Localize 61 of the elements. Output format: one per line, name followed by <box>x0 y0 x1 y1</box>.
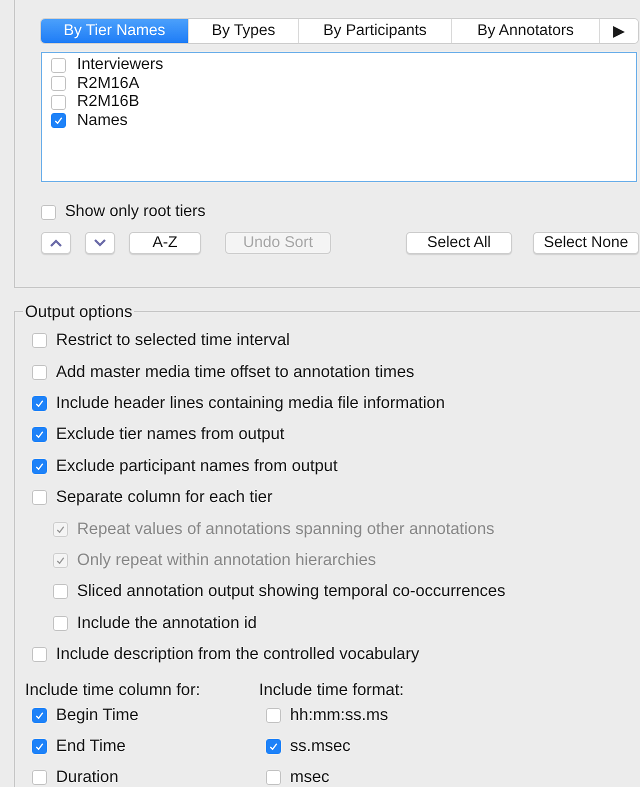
checkbox[interactable] <box>32 427 47 442</box>
tier-label: R2M16A <box>77 74 140 93</box>
checkbox[interactable] <box>32 364 47 380</box>
option-label: Duration <box>56 768 118 787</box>
checkmark-icon <box>55 554 66 566</box>
checkbox[interactable] <box>32 647 47 662</box>
checkmark-icon <box>34 710 45 722</box>
option-label: End Time <box>56 737 126 756</box>
option-label: Repeat values of annotations spanning other annotations <box>77 520 494 539</box>
tier-label: R2M16B <box>77 93 140 112</box>
select-button[interactable]: Select All <box>406 232 512 254</box>
sort-button[interactable]: A-Z <box>129 232 201 254</box>
checkbox[interactable] <box>53 584 68 600</box>
checkbox[interactable] <box>53 616 68 631</box>
chevron-up-icon <box>50 239 62 247</box>
checkbox[interactable] <box>32 333 47 348</box>
checkbox[interactable] <box>32 708 47 724</box>
checkbox[interactable] <box>51 94 66 110</box>
column-title: Include time format: <box>259 680 405 700</box>
option-label: Include the annotation id <box>77 614 257 633</box>
checkbox[interactable] <box>266 708 281 724</box>
option-label: Add master media time offset to annotation times <box>56 362 414 382</box>
checkmark-icon <box>34 741 45 752</box>
checkbox[interactable] <box>32 739 47 754</box>
checkbox[interactable] <box>41 204 56 220</box>
checkmark-icon <box>53 115 64 126</box>
move-down-button[interactable] <box>85 232 115 254</box>
checkbox[interactable] <box>32 770 47 786</box>
option-label: Only repeat within annotation hierarchies <box>77 550 376 570</box>
option-label: Include header lines containing media file information <box>56 394 445 413</box>
checkmark-icon <box>34 460 45 472</box>
option-label: Show only root tiers <box>65 203 206 221</box>
option-label: Separate column for each tier <box>56 488 272 508</box>
group-title: Output options <box>23 303 134 321</box>
checkmark-icon <box>55 524 66 535</box>
option-label: Include description from the controlled vocabulary <box>56 645 420 664</box>
tier-label: Interviewers <box>77 56 164 74</box>
option-label: Exclude tier names from output <box>56 425 284 444</box>
option-label: hh:mm:ss.ms <box>290 706 388 726</box>
checkmark-icon <box>268 741 279 752</box>
tier-label: Names <box>77 112 128 130</box>
option-label: Restrict to selected time interval <box>56 331 290 350</box>
checkbox[interactable] <box>32 490 47 506</box>
column-title: Include time column for: <box>25 680 202 700</box>
checkbox[interactable] <box>32 396 47 411</box>
checkmark-icon <box>34 398 45 409</box>
checkbox[interactable] <box>51 113 66 128</box>
checkbox[interactable] <box>51 58 66 73</box>
checkbox[interactable] <box>51 76 66 92</box>
select-button[interactable]: Select None <box>533 232 639 254</box>
checkmark-icon <box>34 429 45 440</box>
option-label: ss.msec <box>290 737 351 756</box>
chevron-down-icon <box>94 239 106 247</box>
option-label: Begin Time <box>56 706 139 726</box>
checkbox[interactable] <box>266 770 281 786</box>
option-label: msec <box>290 768 330 787</box>
option-label: Sliced annotation output showing temporal co-occurrences <box>77 582 506 602</box>
move-up-button[interactable] <box>41 232 71 254</box>
checkbox[interactable] <box>266 739 281 754</box>
option-label: Exclude participant names from output <box>56 456 338 476</box>
checkbox[interactable] <box>32 458 47 474</box>
